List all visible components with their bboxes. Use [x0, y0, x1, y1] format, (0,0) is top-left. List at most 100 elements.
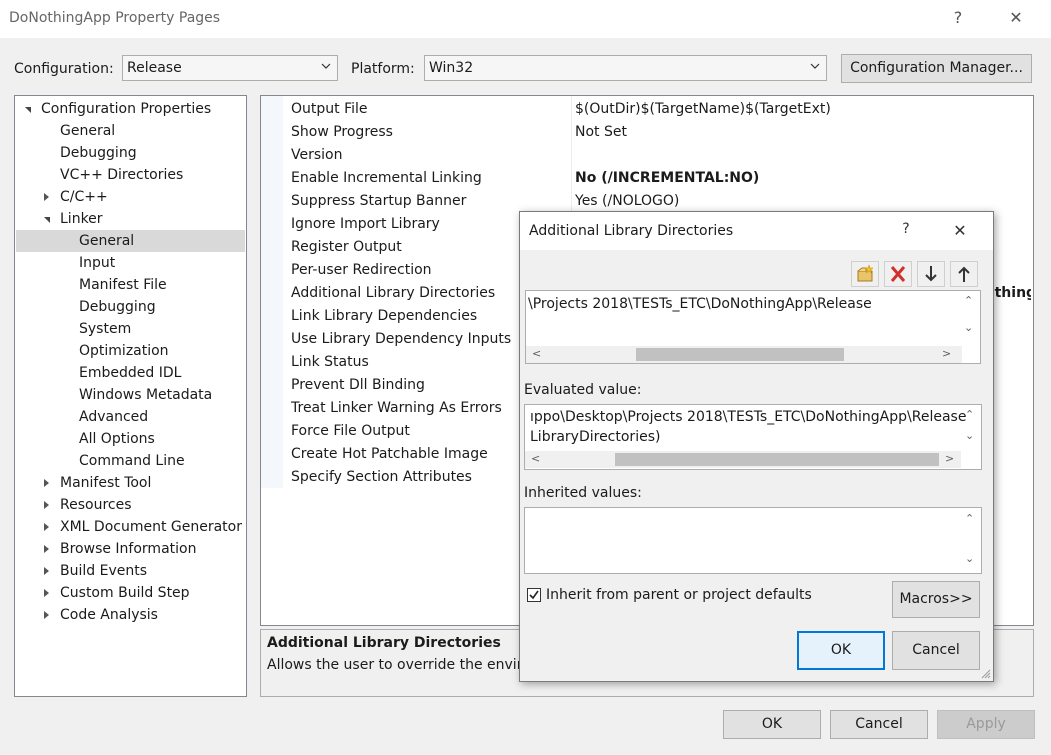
property-name[interactable]: Additional Library Directories — [291, 282, 495, 305]
scroll-right-arrow[interactable]: > — [945, 452, 954, 465]
dialog-help-button[interactable]: ? — [896, 221, 916, 237]
property-name[interactable]: Output File — [291, 98, 368, 121]
property-name[interactable]: Link Library Dependencies — [291, 305, 477, 328]
apply-button[interactable]: Apply — [937, 710, 1035, 739]
scrollbar-thumb[interactable] — [636, 348, 844, 361]
dialog-ok-button[interactable]: OK — [797, 631, 885, 670]
collapsed-arrow-icon[interactable] — [44, 523, 49, 531]
tree-item[interactable]: C/C++ — [16, 186, 245, 208]
configuration-manager-button[interactable]: Configuration Manager... — [841, 54, 1032, 83]
tree-item[interactable]: Custom Build Step — [16, 582, 245, 604]
property-name[interactable]: Treat Linker Warning As Errors — [291, 397, 502, 420]
property-name[interactable]: Per-user Redirection — [291, 259, 432, 282]
property-value[interactable]: $(OutDir)$(TargetName)$(TargetExt) — [575, 98, 831, 121]
delete-line-button[interactable] — [884, 261, 912, 287]
collapsed-arrow-icon[interactable] — [44, 501, 49, 509]
tree-item[interactable]: General — [16, 120, 245, 142]
expanded-arrow-icon[interactable] — [25, 107, 31, 113]
property-name[interactable]: Ignore Import Library — [291, 213, 440, 236]
collapsed-arrow-icon[interactable] — [44, 589, 49, 597]
property-value[interactable]: Not Set — [575, 121, 627, 144]
category-tree[interactable]: Configuration Properties General Debugging… — [14, 95, 247, 697]
configuration-select[interactable]: Release — [122, 55, 338, 81]
property-name[interactable]: Specify Section Attributes — [291, 466, 472, 489]
tree-item[interactable]: Manifest File — [16, 274, 245, 296]
scroll-down-arrow[interactable]: ⌄ — [965, 552, 974, 565]
platform-select[interactable]: Win32 — [424, 55, 827, 81]
collapsed-arrow-icon[interactable] — [44, 193, 49, 201]
tree-item[interactable]: System — [16, 318, 245, 340]
property-name[interactable]: Use Library Dependency Inputs — [291, 328, 511, 351]
collapsed-arrow-icon[interactable] — [44, 479, 49, 487]
tree-item[interactable]: Configuration Properties — [16, 98, 245, 120]
property-name[interactable]: Prevent Dll Binding — [291, 374, 425, 397]
description-title: Additional Library Directories — [267, 635, 501, 651]
scroll-up-arrow[interactable]: ⌃ — [965, 408, 974, 421]
new-line-button[interactable] — [851, 261, 879, 287]
property-value[interactable]: No (/INCREMENTAL:NO) — [575, 167, 759, 190]
close-button[interactable]: ✕ — [1004, 8, 1028, 30]
tree-item[interactable]: Windows Metadata — [16, 384, 245, 406]
tree-item[interactable]: Browse Information — [16, 538, 245, 560]
tree-item[interactable]: Resources — [16, 494, 245, 516]
tree-item-label: Browse Information — [60, 541, 197, 557]
tree-item[interactable]: Input — [16, 252, 245, 274]
horizontal-scrollbar[interactable]: < > — [525, 451, 961, 468]
tree-item-label: Debugging — [60, 145, 137, 161]
tree-item[interactable]: Code Analysis — [16, 604, 245, 626]
property-name[interactable]: Suppress Startup Banner — [291, 190, 466, 213]
dialog-cancel-button[interactable]: Cancel — [892, 631, 980, 670]
collapsed-arrow-icon[interactable] — [44, 545, 49, 553]
scroll-right-arrow[interactable]: > — [942, 347, 951, 360]
property-name[interactable]: Version — [291, 144, 342, 167]
property-name[interactable]: Force File Output — [291, 420, 410, 443]
tree-item[interactable]: VC++ Directories — [16, 164, 245, 186]
macros-button[interactable]: Macros>> — [892, 581, 980, 618]
tree-item-label: General — [79, 233, 135, 249]
property-value[interactable]: Yes (/NOLOGO) — [575, 190, 679, 213]
collapsed-arrow-icon[interactable] — [44, 567, 49, 575]
property-name[interactable]: Show Progress — [291, 121, 393, 144]
cancel-button[interactable]: Cancel — [830, 710, 928, 739]
directory-list[interactable]: \Projects 2018\TESTs_ETC\DoNothingApp\Re… — [525, 290, 981, 364]
directory-entry[interactable]: \Projects 2018\TESTs_ETC\DoNothingApp\Re… — [528, 296, 872, 312]
property-name[interactable]: Link Status — [291, 351, 369, 374]
tree-item[interactable]: Advanced — [16, 406, 245, 428]
inherit-checkbox[interactable] — [527, 588, 541, 602]
tree-item[interactable]: Command Line — [16, 450, 245, 472]
collapsed-arrow-icon[interactable] — [44, 611, 49, 619]
inherit-checkbox-label[interactable]: Inherit from parent or project defaults — [546, 587, 812, 603]
help-button[interactable]: ? — [946, 8, 970, 30]
tree-item[interactable]: Embedded IDL — [16, 362, 245, 384]
tree-item-label: Command Line — [79, 453, 185, 469]
tree-item[interactable]: XML Document Generator — [16, 516, 245, 538]
scroll-down-arrow[interactable]: ⌄ — [964, 321, 973, 334]
tree-item[interactable]: All Options — [16, 428, 245, 450]
tree-item[interactable]: Linker — [16, 208, 245, 230]
scroll-down-arrow[interactable]: ⌄ — [965, 429, 974, 442]
property-name[interactable]: Register Output — [291, 236, 402, 259]
scroll-left-arrow[interactable]: < — [531, 452, 540, 465]
tree-item[interactable]: General — [16, 230, 245, 252]
tree-item[interactable]: Debugging — [16, 296, 245, 318]
resize-grip-icon[interactable] — [980, 668, 991, 679]
move-up-button[interactable] — [950, 261, 978, 287]
move-down-button[interactable] — [917, 261, 945, 287]
dialog-close-button[interactable]: ✕ — [950, 221, 970, 240]
ok-button[interactable]: OK — [723, 710, 821, 739]
property-name[interactable]: Enable Incremental Linking — [291, 167, 482, 190]
tree-item[interactable]: Optimization — [16, 340, 245, 362]
tree-item[interactable]: Debugging — [16, 142, 245, 164]
scroll-left-arrow[interactable]: < — [532, 347, 541, 360]
scroll-up-arrow[interactable]: ⌃ — [965, 512, 974, 525]
tree-item-label: Build Events — [60, 563, 147, 579]
tree-item[interactable]: Manifest Tool — [16, 472, 245, 494]
tree-item[interactable]: Build Events — [16, 560, 245, 582]
expanded-arrow-icon[interactable] — [44, 217, 50, 223]
scrollbar-thumb[interactable] — [615, 453, 939, 466]
horizontal-scrollbar[interactable]: < > — [526, 346, 962, 363]
property-name[interactable]: Create Hot Patchable Image — [291, 443, 488, 466]
tree-item-label: VC++ Directories — [60, 167, 184, 183]
tree-item-label: C/C++ — [60, 189, 108, 205]
scroll-up-arrow[interactable]: ⌃ — [964, 294, 973, 307]
